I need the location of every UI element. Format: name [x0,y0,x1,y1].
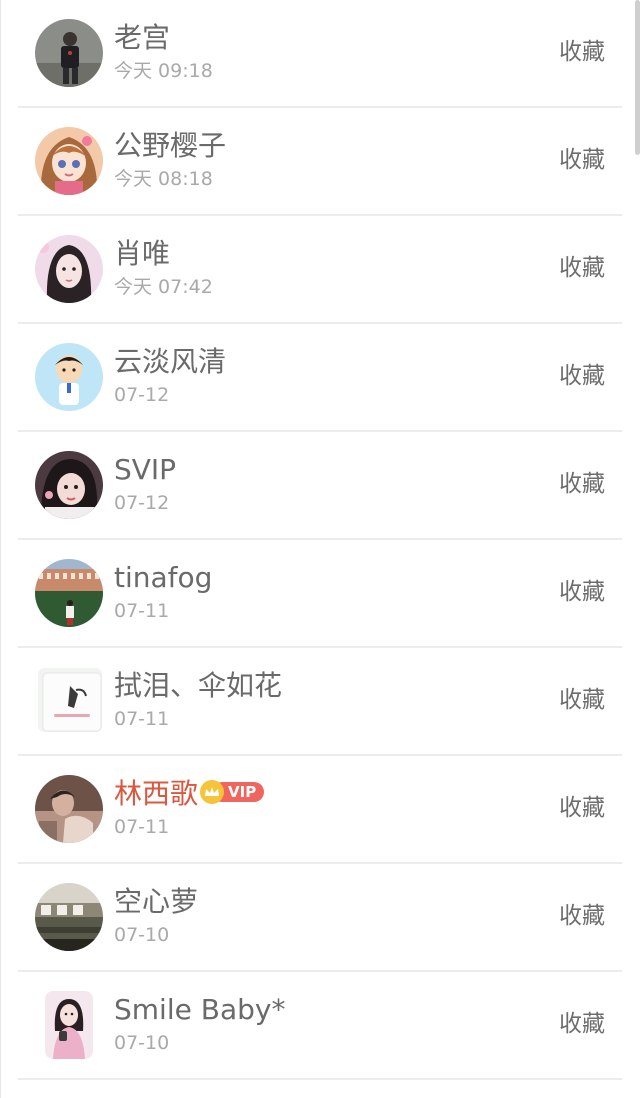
list-item[interactable]: 云淡风清 07-12 收藏 [18,324,622,432]
avatar-anime-girl-icon [35,127,103,195]
contact-name: 肖唯 [114,237,171,270]
favorite-button[interactable]: 收藏 [559,899,605,933]
favorite-button[interactable]: 收藏 [559,35,605,69]
avatar[interactable] [35,127,103,195]
contact-name-vip: 林西歌 VIP [114,776,265,812]
timestamp: 今天 07:42 [114,276,213,298]
list-item[interactable]: SVIP 07-12 收藏 [18,432,622,540]
avatar-building-lawn-icon [35,559,103,627]
favorite-button[interactable]: 收藏 [559,251,605,285]
favorite-button[interactable]: 收藏 [559,575,605,609]
avatar[interactable] [35,559,103,627]
avatar-person-dark-icon [35,19,103,87]
favorite-button[interactable]: 收藏 [559,467,605,501]
avatar-woman-portrait-icon [35,235,103,303]
avatar-sketch-card-icon [38,668,102,732]
contact-name: 老宫 [114,21,171,54]
timestamp: 07-10 [114,1032,170,1054]
timestamp: 07-11 [114,816,170,838]
avatar[interactable] [35,451,103,519]
list-item[interactable]: 老宫 今天 09:18 收藏 [18,0,622,108]
avatar[interactable] [35,883,103,951]
timestamp: 07-10 [114,924,170,946]
contact-name-text: 林西歌 [114,777,199,810]
favorites-list: 老宫 今天 09:18 收藏 公野樱子 今天 08:18 收藏 肖唯 今天 07… [0,0,640,1080]
avatar[interactable] [45,991,93,1059]
avatar[interactable] [35,235,103,303]
contact-name: SVIP [114,453,177,486]
favorite-button[interactable]: 收藏 [559,359,605,393]
avatar[interactable] [38,668,102,732]
avatar-girl-selfie-icon [35,451,103,519]
list-item[interactable]: 公野樱子 今天 08:18 收藏 [18,108,622,216]
timestamp: 今天 08:18 [114,168,213,190]
vip-badge: VIP [200,780,265,804]
contact-name: 拭泪、伞如花 [114,669,283,702]
crown-icon [200,780,225,804]
list-item[interactable]: 林西歌 VIP 07-11 收藏 [18,756,622,864]
favorite-button[interactable]: 收藏 [559,791,605,825]
timestamp: 07-12 [114,492,170,514]
favorite-button[interactable]: 收藏 [559,1007,605,1041]
timestamp: 07-11 [114,600,170,622]
avatar-cartoon-boy-icon [35,343,103,411]
contact-name: 公野樱子 [114,129,227,162]
list-item[interactable]: 拭泪、伞如花 07-11 收藏 [18,648,622,756]
avatar[interactable] [35,343,103,411]
favorite-button[interactable]: 收藏 [559,143,605,177]
avatar-girl-pink-icon [45,991,93,1059]
list-item[interactable]: Smile Baby* 07-10 收藏 [18,972,622,1080]
favorite-button[interactable]: 收藏 [559,683,605,717]
avatar-person-sepia-icon [35,775,103,843]
contact-name: 空心萝 [114,885,199,918]
contact-name: 云淡风清 [114,345,227,378]
contact-name: tinafog [114,561,213,594]
contact-name: Smile Baby* [114,993,286,1026]
avatar-landscape-icon [35,883,103,951]
avatar[interactable] [35,19,103,87]
list-item[interactable]: tinafog 07-11 收藏 [18,540,622,648]
list-item[interactable]: 空心萝 07-10 收藏 [18,864,622,972]
avatar[interactable] [35,775,103,843]
list-item[interactable]: 肖唯 今天 07:42 收藏 [18,216,622,324]
timestamp: 07-11 [114,708,170,730]
timestamp: 今天 09:18 [114,60,213,82]
timestamp: 07-12 [114,384,170,406]
scrollbar[interactable] [635,0,640,155]
